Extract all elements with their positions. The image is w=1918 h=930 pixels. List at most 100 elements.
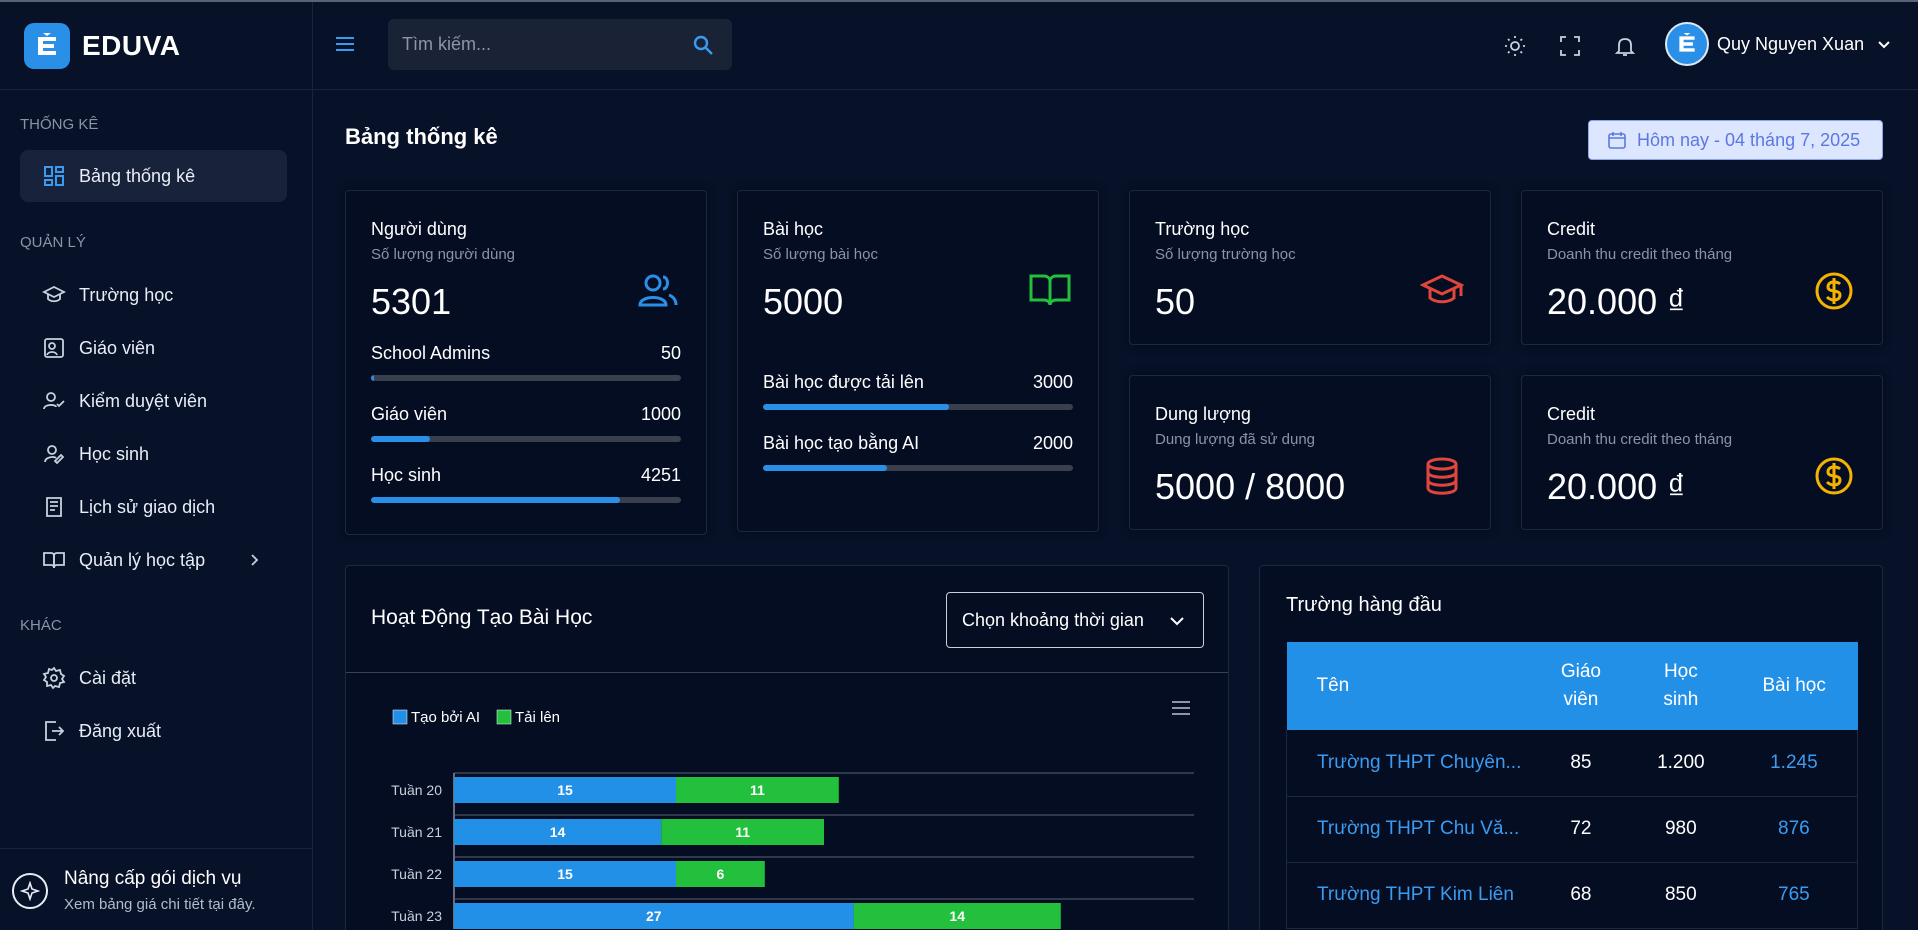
top-schools-title: Trường hàng đầu [1286, 594, 1442, 616]
school-name-link[interactable]: Trường THPT Kim Liên [1285, 862, 1531, 929]
brand[interactable]: EDUVA [0, 2, 312, 90]
bar-data-label: 11 [735, 824, 750, 840]
progress-bar [371, 436, 681, 442]
category-tick-label: Tuần 22 [391, 866, 442, 882]
bar-data-label: 15 [557, 866, 573, 882]
category-tick-label: Tuần 23 [391, 908, 442, 924]
top-schools-card: Trường hàng đầu Tên Giáo viên Học sinh B… [1259, 565, 1883, 930]
stat-row-teachers: Giáo viên 1000 [371, 404, 681, 442]
sidebar-item-moderators[interactable]: Kiểm duyệt viên [20, 375, 287, 427]
card-title: Dung lượng [1155, 404, 1251, 424]
stat-row-uploaded: Bài học được tải lên 3000 [763, 372, 1073, 410]
progress-fill [371, 497, 620, 503]
card-title: Trường học [1155, 219, 1250, 239]
sparkle-icon [12, 872, 48, 909]
bell-icon[interactable] [1613, 34, 1637, 58]
stat-row-students: Học sinh 4251 [371, 465, 681, 503]
sidebar-item-students[interactable]: Học sinh [20, 428, 287, 480]
legend-label: Tải lên [515, 709, 560, 726]
card-value: 5301 [371, 281, 452, 322]
users-icon [638, 274, 678, 307]
card-subtitle: Số lượng bài học [763, 246, 878, 263]
table-row: Trường THPT Kim Liên 68 850 765 [1285, 862, 1858, 929]
sidebar-item-label: Lịch sử giao dịch [79, 496, 216, 517]
storage-card: Dung lượng Dung lượng đã sử dụng 5000 / … [1129, 375, 1491, 530]
sidebar-item-label: Bảng thống kê [79, 165, 196, 186]
teacher-count: 68 [1530, 862, 1631, 929]
progress-bar [371, 497, 681, 503]
stat-value: 2000 [1032, 433, 1073, 453]
avatar [1665, 22, 1709, 66]
card-title: Người dùng [371, 219, 467, 239]
sidebar-item-label: Kiểm duyệt viên [79, 390, 208, 411]
chevron-down-icon [1170, 617, 1184, 626]
stat-value: 50 [660, 343, 681, 363]
card-title: Credit [1547, 219, 1596, 239]
column-header-name[interactable]: Tên [1286, 642, 1531, 730]
category-tick-label: Tuần 21 [391, 824, 442, 840]
sidebar-item-label: Trường học [79, 284, 174, 305]
progress-fill [371, 375, 374, 381]
card-value: 20.000 ₫ [1547, 281, 1686, 322]
school-name-link[interactable]: Trường THPT Chu Vă... [1285, 796, 1531, 863]
teacher-icon [44, 338, 64, 358]
column-header-students[interactable]: Học sinh [1630, 642, 1731, 730]
select-value: Chọn khoảng thời gian [962, 609, 1144, 630]
lessons-card: Bài học Số lượng bài học 5000 Bài học đư… [737, 190, 1099, 532]
theme-toggle-icon[interactable] [1503, 34, 1527, 58]
column-header-teachers[interactable]: Giáo viên [1530, 642, 1631, 730]
credit-card: Credit Doanh thu credit theo tháng 20.00… [1521, 190, 1883, 345]
search-icon[interactable] [692, 34, 714, 56]
sidebar-item-settings[interactable]: Cài đặt [20, 652, 287, 704]
bar-data-label: 6 [717, 866, 725, 882]
teacher-count: 72 [1530, 796, 1631, 863]
card-value: 20.000 ₫ [1547, 466, 1686, 507]
book-open-icon [43, 552, 65, 569]
sidebar-item-label: Giáo viên [79, 337, 156, 358]
sidebar-item-label: Đăng xuất [79, 720, 162, 741]
sidebar-item-logout[interactable]: Đăng xuất [20, 705, 287, 757]
graduation-cap-icon [42, 285, 66, 303]
time-range-select[interactable]: Chọn khoảng thời gian [946, 592, 1204, 648]
sidebar-item-transactions[interactable]: Lịch sử giao dịch [20, 481, 287, 533]
credit-card: Credit Doanh thu credit theo tháng 20.00… [1521, 375, 1883, 530]
stat-label: Học sinh [371, 465, 442, 485]
stat-row-school-admins: School Admins 50 [371, 343, 681, 381]
fullscreen-icon[interactable] [1558, 34, 1582, 58]
sidebar-item-dashboard[interactable]: Bảng thống kê [20, 150, 287, 202]
sidebar-item-label: Quản lý học tập [79, 549, 206, 570]
card-title: Credit [1547, 404, 1596, 424]
sidebar-item-learning-management[interactable]: Quản lý học tập [20, 534, 287, 586]
progress-fill [763, 404, 949, 410]
page-title: Bảng thống kê [345, 124, 498, 149]
school-name-link[interactable]: Trường THPT Chuyên... [1285, 730, 1531, 797]
date-picker-button[interactable]: Hôm nay - 04 tháng 7, 2025 [1588, 120, 1883, 160]
stat-row-ai-created: Bài học tạo bằng AI 2000 [763, 433, 1073, 471]
student-count: 980 [1630, 796, 1731, 863]
chart-menu-icon[interactable] [1172, 701, 1190, 715]
upgrade-banner[interactable]: Nâng cấp gói dịch vụ Xem bảng giá chi ti… [0, 848, 313, 930]
student-count: 850 [1630, 862, 1731, 929]
category-tick-label: Tuần 20 [391, 782, 442, 798]
card-title: Bài học [763, 219, 824, 239]
progress-bar [371, 375, 681, 381]
stat-label: Bài học được tải lên [763, 372, 924, 392]
stat-label: School Admins [371, 343, 491, 363]
lesson-count: 1.245 [1730, 730, 1858, 797]
sidebar-item-schools[interactable]: Trường học [20, 269, 287, 321]
search-input[interactable] [388, 19, 668, 70]
bar-data-label: 14 [949, 908, 965, 924]
sidebar-item-teachers[interactable]: Giáo viên [20, 322, 287, 374]
card-subtitle: Doanh thu credit theo tháng [1547, 431, 1733, 448]
receipt-icon [46, 497, 62, 517]
section-label-statistics: THỐNG KÊ [20, 116, 99, 133]
card-subtitle: Doanh thu credit theo tháng [1547, 246, 1733, 263]
user-menu[interactable]: Quy Nguyen Xuan [1665, 22, 1892, 66]
sidebar-item-label: Cài đặt [79, 667, 137, 688]
logout-icon [45, 721, 65, 741]
card-value: 5000 [763, 281, 844, 322]
column-header-lessons[interactable]: Bài học [1730, 642, 1858, 730]
hamburger-menu-icon[interactable] [333, 32, 357, 56]
legend-swatch [392, 709, 408, 725]
bar-data-label: 14 [550, 824, 566, 840]
